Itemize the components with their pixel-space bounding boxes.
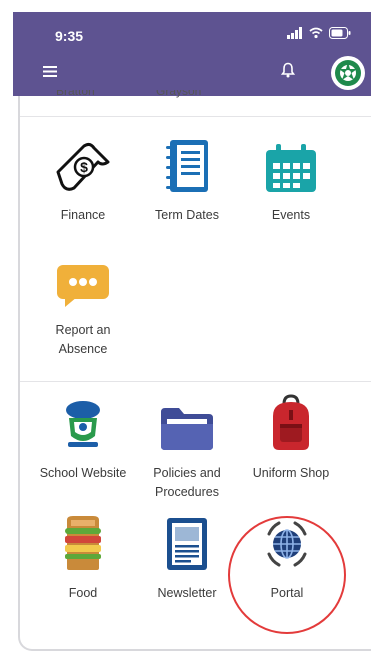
- svg-text:$: $: [80, 159, 88, 175]
- section-divider: [20, 116, 371, 117]
- hamburger-icon[interactable]: [43, 64, 57, 82]
- cut-off-labels: Bratton Grayson: [56, 90, 256, 102]
- tile-label: Food: [68, 586, 98, 600]
- signal-icon: [287, 27, 302, 39]
- school-logo-icon: [335, 60, 361, 86]
- newspaper-icon: [167, 518, 207, 570]
- school-crest-icon: [66, 401, 100, 447]
- tile-food[interactable]: Food: [38, 512, 128, 603]
- tile-label: Uniform Shop: [252, 466, 330, 480]
- tile-policies-and-procedures[interactable]: Policies and Procedures: [142, 392, 232, 502]
- partial-label-right: Grayson: [156, 90, 202, 98]
- notebook-icon: [166, 140, 208, 192]
- app-header: 9:35: [13, 12, 371, 96]
- chat-bubble-icon: [57, 265, 109, 307]
- tile-label: School Website: [39, 466, 127, 480]
- tile-term-dates[interactable]: Term Dates: [142, 134, 232, 225]
- calendar-icon: [266, 144, 316, 192]
- partial-label-left: Bratton: [56, 90, 95, 98]
- section-divider: [20, 381, 371, 382]
- tile-finance[interactable]: $ Finance: [38, 134, 128, 225]
- tile-newsletter[interactable]: Newsletter: [142, 512, 232, 603]
- wifi-icon: [309, 27, 323, 39]
- tile-label: Policies and Procedures: [153, 466, 221, 499]
- status-time: 9:35: [55, 28, 84, 44]
- tile-label: Newsletter: [157, 586, 217, 600]
- folder-icon: [161, 408, 213, 450]
- tile-events[interactable]: Events: [246, 134, 336, 225]
- tile-report-an-absence[interactable]: Report an Absence: [38, 249, 128, 359]
- highlight-ring: [228, 516, 346, 634]
- tile-uniform-shop[interactable]: Uniform Shop: [246, 392, 336, 483]
- tile-label: Finance: [60, 208, 106, 222]
- money-icon: $: [56, 142, 110, 191]
- backpack-icon: [273, 394, 309, 450]
- bell-icon[interactable]: [280, 62, 296, 83]
- tile-label: Events: [271, 208, 311, 222]
- sandwich-icon: [65, 516, 101, 570]
- tile-label: Report an Absence: [55, 323, 111, 356]
- tile-label: Term Dates: [155, 208, 219, 222]
- status-icons: [287, 27, 351, 39]
- battery-icon: [329, 27, 351, 39]
- avatar[interactable]: [331, 56, 365, 90]
- tile-school-website[interactable]: School Website: [38, 392, 128, 483]
